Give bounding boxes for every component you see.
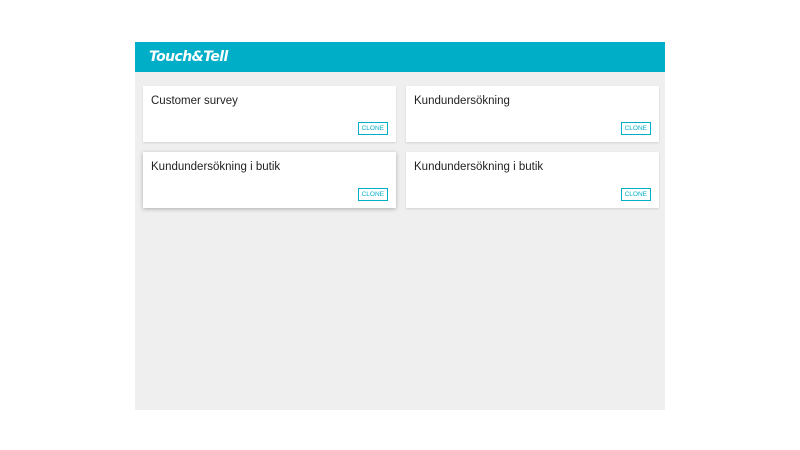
survey-card[interactable]: Kundundersökning i butik CLONE: [406, 152, 659, 208]
clone-button[interactable]: CLONE: [357, 122, 388, 135]
clone-button[interactable]: CLONE: [620, 188, 651, 201]
survey-title: Kundundersökning i butik: [151, 161, 281, 173]
survey-card[interactable]: Kundundersökning i butik CLONE: [143, 152, 396, 208]
survey-title: Kundundersökning i butik: [414, 161, 544, 173]
survey-title: Kundundersökning: [414, 95, 510, 107]
survey-title: Customer survey: [151, 95, 238, 107]
survey-card[interactable]: Kundundersökning CLONE: [406, 86, 659, 142]
app-window: Touch&Tell Customer survey CLONE Kundund…: [135, 42, 665, 410]
brand-logo[interactable]: Touch&Tell: [149, 49, 228, 65]
clone-button[interactable]: CLONE: [620, 122, 651, 135]
clone-button[interactable]: CLONE: [357, 188, 388, 201]
survey-card[interactable]: Customer survey CLONE: [143, 86, 396, 142]
app-header: Touch&Tell: [135, 42, 665, 72]
